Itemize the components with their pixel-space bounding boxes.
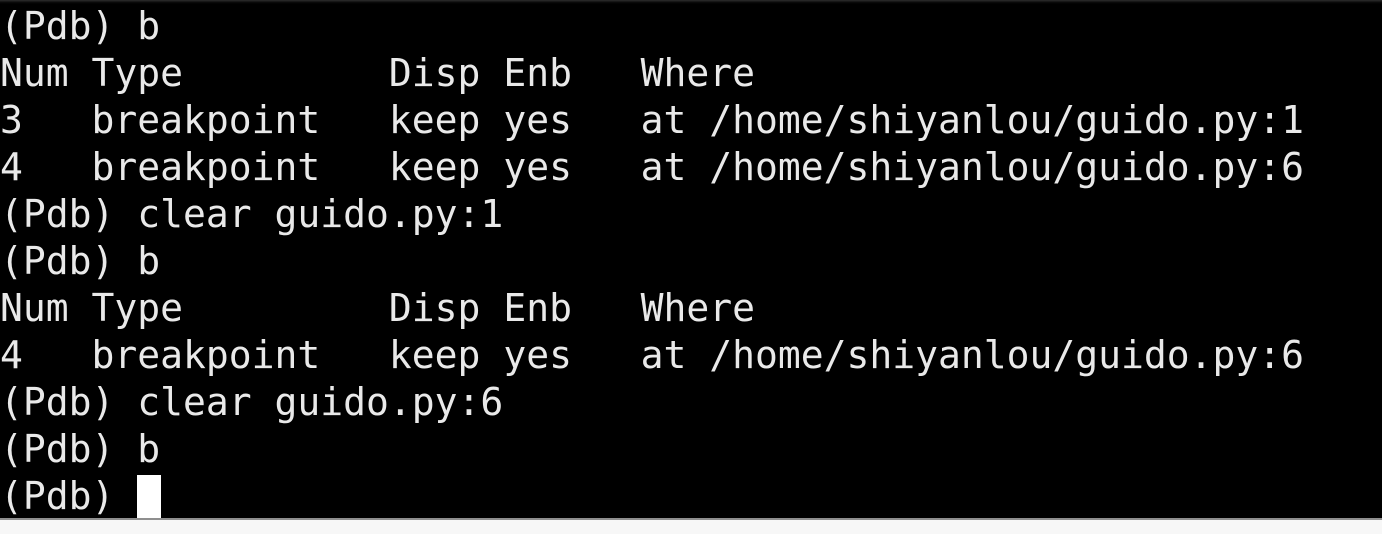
terminal-prompt-line[interactable]: (Pdb)	[0, 473, 1382, 518]
terminal-line-text: Num Type Disp Enb Where	[0, 286, 755, 330]
terminal-line-text: (Pdb) clear guido.py:1	[0, 192, 504, 236]
terminal-line-text: (Pdb) b	[0, 239, 161, 283]
terminal-line: 3 breakpoint keep yes at /home/shiyanlou…	[0, 97, 1382, 144]
terminal-line: Num Type Disp Enb Where	[0, 285, 1382, 332]
terminal-line: (Pdb) b	[0, 3, 1382, 50]
page-bottom-bar	[0, 522, 1382, 534]
terminal-line: (Pdb) b	[0, 426, 1382, 473]
terminal-line: 4 breakpoint keep yes at /home/shiyanlou…	[0, 144, 1382, 191]
terminal-line: (Pdb) b	[0, 238, 1382, 285]
terminal-line-text: (Pdb) clear guido.py:6	[0, 380, 504, 424]
terminal-line-text: 4 breakpoint keep yes at /home/shiyanlou…	[0, 333, 1305, 377]
terminal-output: (Pdb) b Num Type Disp Enb Where 3 breakp…	[0, 3, 1382, 518]
screen: (Pdb) b Num Type Disp Enb Where 3 breakp…	[0, 0, 1382, 534]
terminal-line-text: 3 breakpoint keep yes at /home/shiyanlou…	[0, 98, 1305, 142]
terminal-prompt-text: (Pdb)	[0, 474, 138, 518]
terminal-line: (Pdb) clear guido.py:6	[0, 379, 1382, 426]
terminal-line-text: (Pdb) b	[0, 427, 161, 471]
terminal-line: (Pdb) clear guido.py:1	[0, 191, 1382, 238]
terminal-line-text: 4 breakpoint keep yes at /home/shiyanlou…	[0, 145, 1305, 189]
terminal-window[interactable]: (Pdb) b Num Type Disp Enb Where 3 breakp…	[0, 0, 1382, 520]
terminal-line: Num Type Disp Enb Where	[0, 50, 1382, 97]
terminal-line-text: Num Type Disp Enb Where	[0, 51, 755, 95]
text-cursor[interactable]	[137, 475, 161, 518]
terminal-line: 4 breakpoint keep yes at /home/shiyanlou…	[0, 332, 1382, 379]
terminal-line-text: (Pdb) b	[0, 4, 161, 48]
